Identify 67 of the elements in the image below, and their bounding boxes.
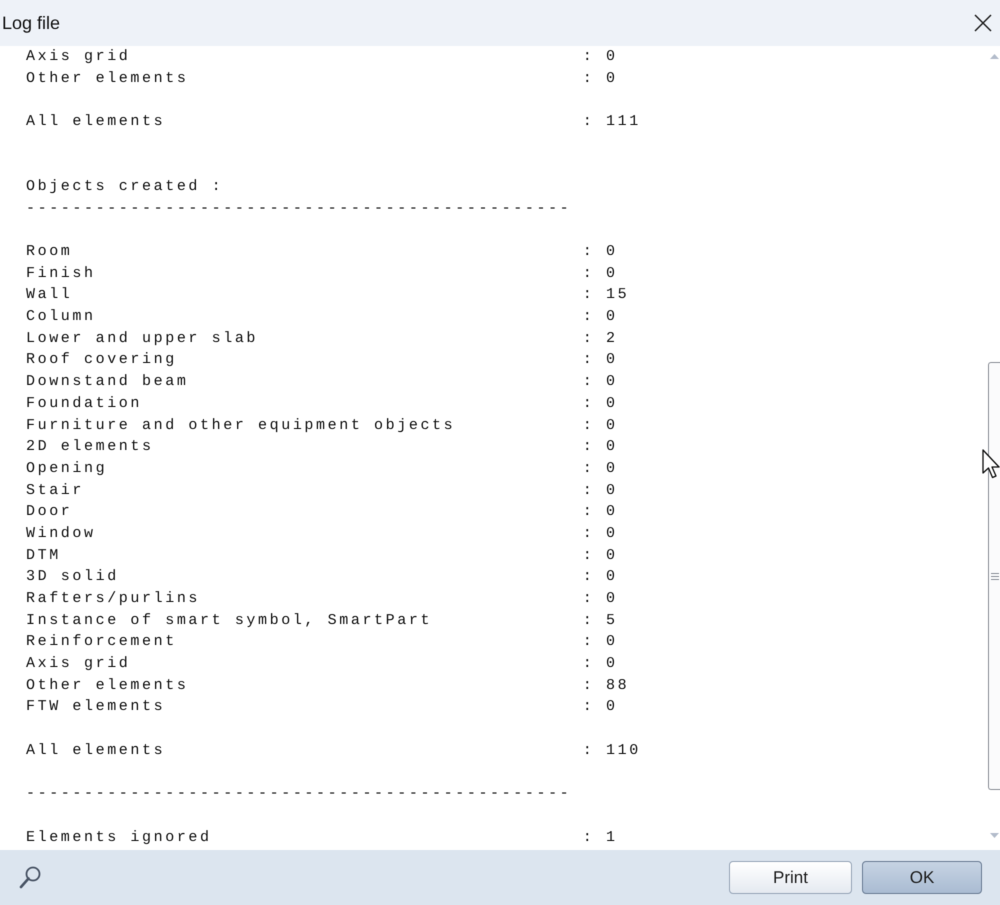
- log-label: FTW elements: [26, 698, 166, 716]
- log-label: Finish: [26, 264, 96, 283]
- print-button[interactable]: Print: [729, 861, 852, 894]
- log-value: : 0: [582, 394, 618, 413]
- log-label: Door: [26, 503, 72, 522]
- log-label: Wall: [26, 286, 72, 304]
- log-label: Lower and upper slab: [26, 330, 258, 348]
- log-label: Room: [26, 243, 72, 262]
- log-value: : 111: [582, 112, 641, 131]
- log-label: 3D solid: [26, 568, 119, 586]
- log-label: Window: [26, 524, 96, 543]
- close-button[interactable]: [972, 12, 994, 34]
- section-heading: Objects created :: [26, 178, 224, 196]
- log-label: Instance of smart symbol, SmartPart: [26, 612, 432, 630]
- log-value: : 0: [582, 308, 618, 326]
- close-icon: [974, 14, 992, 32]
- log-value: : 0: [582, 264, 618, 283]
- log-value: : 0: [582, 482, 618, 500]
- log-value: : 0: [582, 633, 618, 652]
- log-value: : 0: [582, 438, 618, 456]
- log-value: : 0: [582, 373, 618, 392]
- log-value: : 0: [582, 655, 618, 674]
- log-value: : 0: [582, 243, 618, 262]
- log-value: : 0: [582, 590, 618, 608]
- log-label: Elements ignored: [26, 828, 212, 847]
- log-label: 2D elements: [26, 438, 154, 456]
- log-value: : 110: [582, 742, 641, 760]
- log-label: All elements: [26, 742, 166, 760]
- log-value: : 0: [582, 416, 618, 435]
- log-label: Foundation: [26, 394, 142, 413]
- log-value: : 2: [582, 330, 618, 348]
- log-label: Column: [26, 308, 96, 326]
- log-value: : 0: [582, 70, 618, 88]
- log-label: Axis grid: [26, 48, 130, 66]
- log-value: : 0: [582, 568, 618, 586]
- log-label: Reinforcement: [26, 633, 177, 652]
- log-value: : 0: [582, 524, 618, 543]
- scroll-down-icon[interactable]: [990, 833, 998, 838]
- log-value: : 0: [582, 460, 618, 478]
- log-label: Downstand beam: [26, 373, 188, 392]
- log-value: : 0: [582, 503, 618, 522]
- dashed-separator: -----------------------------------------------: [26, 200, 572, 218]
- log-label: Furniture and other equipment objects: [26, 416, 456, 435]
- log-value: : 15: [582, 286, 630, 304]
- window-title: Log file: [2, 12, 60, 34]
- log-label: All elements: [26, 112, 166, 131]
- grip-icon: [990, 572, 998, 580]
- log-value: : 0: [582, 48, 618, 66]
- log-value: : 1: [582, 828, 618, 847]
- log-value: : 88: [582, 676, 630, 695]
- search-icon[interactable]: [18, 864, 42, 890]
- scrollbar-thumb[interactable]: [988, 362, 1000, 790]
- log-value: : 0: [582, 698, 618, 716]
- log-label: Rafters/purlins: [26, 590, 200, 608]
- log-label: Opening: [26, 460, 108, 478]
- log-label: DTM: [26, 546, 61, 565]
- log-label: Stair: [26, 482, 84, 500]
- log-value: : 0: [582, 546, 618, 565]
- log-value: : 5: [582, 612, 618, 630]
- scroll-up-icon[interactable]: [990, 54, 998, 59]
- log-label: Other elements: [26, 676, 188, 695]
- log-label: Roof covering: [26, 351, 177, 370]
- log-label: Axis grid: [26, 655, 130, 674]
- ok-button[interactable]: OK: [862, 861, 982, 894]
- dashed-separator: -----------------------------------------------: [26, 785, 572, 804]
- log-label: Other elements: [26, 70, 188, 88]
- log-value: : 0: [582, 351, 618, 370]
